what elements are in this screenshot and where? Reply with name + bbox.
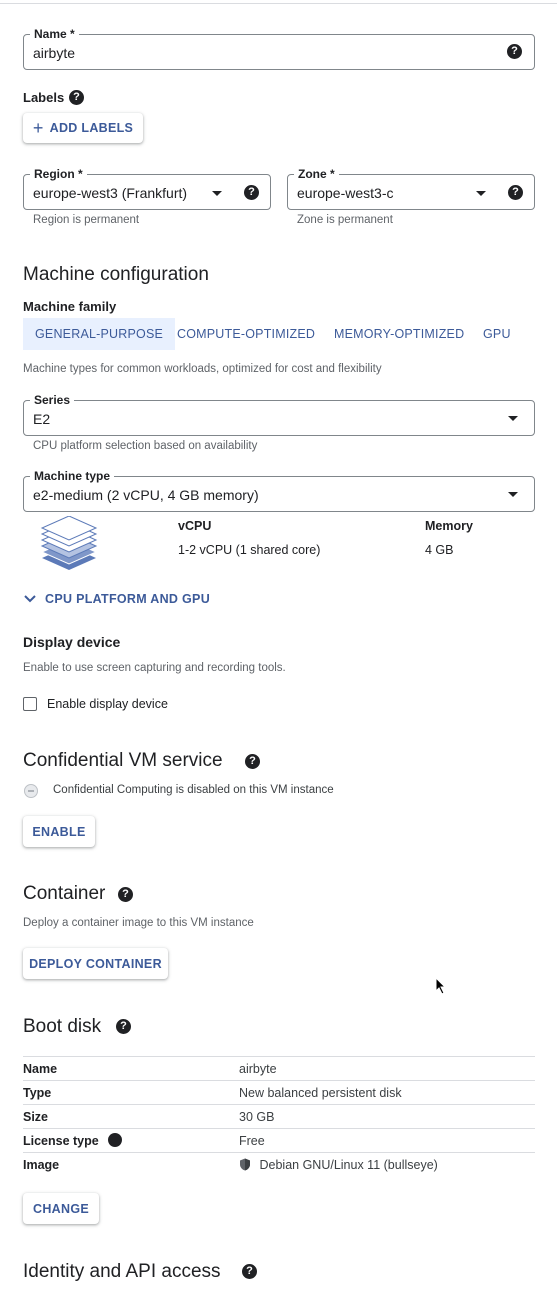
help-icon[interactable]: ? (118, 887, 133, 902)
disk-value: Free (239, 1128, 535, 1153)
tab-gpu[interactable]: GPU (483, 318, 511, 350)
table-row: Image Debian GNU/Linux 11 (bullseye) (23, 1152, 535, 1176)
display-device-title: Display device (23, 634, 121, 650)
help-icon[interactable]: ? (244, 185, 259, 200)
disk-key: Name (23, 1056, 239, 1081)
plus-icon: + (32, 118, 44, 138)
help-icon[interactable]: ? (69, 90, 84, 105)
machine-family-desc: Machine types for common workloads, opti… (23, 363, 382, 375)
machine-config-title: Machine configuration (23, 264, 209, 285)
name-field[interactable]: Name * airbyte ? (23, 27, 535, 70)
container-desc: Deploy a container image to this VM inst… (23, 917, 254, 929)
machine-type-label: Machine type (30, 469, 115, 483)
disk-key: Size (23, 1104, 239, 1129)
series-select[interactable]: Series E2 (23, 393, 535, 436)
disabled-status-icon (24, 784, 38, 798)
enable-button[interactable]: ENABLE (23, 816, 95, 847)
region-label: Region * (30, 167, 87, 181)
series-value: E2 (33, 411, 51, 427)
disk-value: Debian GNU/Linux 11 (bullseye) (259, 1157, 438, 1172)
memory-header: Memory (425, 519, 473, 533)
name-field-label: Name * (30, 27, 79, 41)
boot-disk-title: Boot disk (23, 1016, 102, 1037)
chevron-down-icon (508, 416, 518, 421)
help-icon[interactable] (108, 1133, 123, 1147)
chevron-down-icon (24, 595, 36, 603)
confidential-status: Confidential Computing is disabled on th… (53, 784, 334, 796)
shield-icon (240, 1158, 250, 1170)
disk-image-cell: Debian GNU/Linux 11 (bullseye) (239, 1152, 535, 1176)
vcpu-header: vCPU (178, 519, 212, 533)
add-labels-button[interactable]: + ADD LABELS (23, 113, 143, 143)
add-labels-label: ADD LABELS (49, 121, 134, 135)
display-device-desc: Enable to use screen capturing and recor… (23, 662, 286, 674)
disk-key: Image (23, 1152, 239, 1176)
machine-stack-icon (40, 516, 98, 570)
name-field-value: airbyte (33, 45, 76, 61)
mouse-cursor-icon (435, 977, 447, 995)
region-value: europe-west3 (Frankfurt) (33, 185, 188, 201)
region-hint: Region is permanent (33, 214, 140, 226)
vcpu-value: 1-2 vCPU (1 shared core) (178, 543, 321, 557)
change-label: CHANGE (33, 1201, 89, 1216)
change-button[interactable]: CHANGE (23, 1193, 99, 1224)
disk-key: Type (23, 1080, 239, 1105)
machine-family-label: Machine family (23, 299, 117, 314)
help-icon[interactable]: ? (242, 1264, 257, 1279)
deploy-container-button[interactable]: DEPLOY CONTAINER (23, 948, 168, 979)
cpu-platform-toggle[interactable]: CPU PLATFORM AND GPU (23, 592, 210, 606)
series-label: Series (30, 393, 75, 407)
table-row: Size 30 GB (23, 1104, 535, 1129)
disk-value: New balanced persistent disk (239, 1080, 535, 1105)
table-row: License type Free (23, 1128, 535, 1153)
help-icon[interactable]: ? (116, 1019, 131, 1034)
help-icon[interactable]: ? (245, 754, 260, 769)
top-divider (0, 3, 557, 4)
memory-value: 4 GB (425, 543, 454, 557)
table-row: Type New balanced persistent disk (23, 1080, 535, 1105)
zone-value: europe-west3-c (297, 185, 394, 201)
table-row: Name airbyte (23, 1056, 535, 1081)
display-device-checkbox-label: Enable display device (47, 697, 168, 711)
chevron-down-icon (508, 492, 518, 497)
series-hint: CPU platform selection based on availabi… (33, 440, 258, 452)
container-title: Container (23, 883, 106, 904)
tab-compute-optimized[interactable]: COMPUTE-OPTIMIZED (177, 318, 315, 350)
help-icon[interactable]: ? (507, 44, 522, 59)
disk-key: License type (23, 1134, 99, 1148)
zone-label: Zone * (294, 167, 339, 181)
machine-type-value: e2-medium (2 vCPU, 4 GB memory) (33, 487, 259, 503)
chevron-down-icon (212, 191, 222, 196)
enable-label: ENABLE (32, 824, 86, 839)
confidential-vm-title: Confidential VM service (23, 750, 223, 771)
chevron-down-icon (476, 191, 486, 196)
labels-title: Labels (23, 90, 65, 105)
cpu-platform-label: CPU PLATFORM AND GPU (45, 592, 211, 606)
machine-type-select[interactable]: Machine type e2-medium (2 vCPU, 4 GB mem… (23, 469, 535, 512)
disk-value: 30 GB (239, 1104, 535, 1129)
disk-value: airbyte (239, 1056, 535, 1081)
zone-hint: Zone is permanent (297, 214, 393, 226)
identity-title: Identity and API access (23, 1261, 221, 1282)
help-icon[interactable]: ? (508, 185, 523, 200)
boot-disk-table: Name airbyte Type New balanced persisten… (23, 1056, 535, 1176)
zone-select[interactable]: Zone * europe-west3-c ? (287, 167, 535, 210)
display-device-checkbox[interactable] (23, 697, 37, 711)
tab-memory-optimized[interactable]: MEMORY-OPTIMIZED (334, 318, 464, 350)
disk-key-with-help: License type (23, 1128, 239, 1153)
region-select[interactable]: Region * europe-west3 (Frankfurt) ? (23, 167, 271, 210)
deploy-container-label: DEPLOY CONTAINER (29, 956, 162, 971)
tab-general-purpose[interactable]: GENERAL-PURPOSE (23, 318, 176, 350)
